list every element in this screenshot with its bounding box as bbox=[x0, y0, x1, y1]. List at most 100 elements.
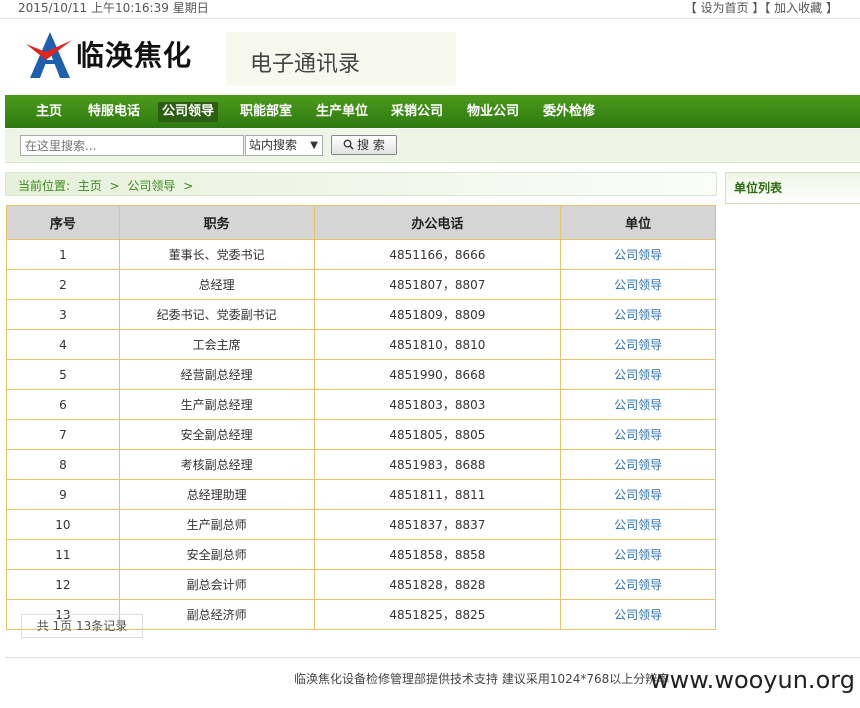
nav-item-production-units[interactable]: 生产单位 bbox=[312, 102, 372, 122]
breadcrumb-label: 当前位置: bbox=[18, 179, 71, 193]
table-row: 8 考核副总经理 4851983，8688 公司领导 bbox=[6, 449, 716, 480]
nav-item-special-phone[interactable]: 特服电话 bbox=[84, 102, 144, 122]
cell-phone: 4851803，8803 bbox=[313, 389, 562, 420]
cell-position: 纪委书记、党委副书记 bbox=[118, 299, 315, 330]
cell-unit[interactable]: 公司领导 bbox=[560, 419, 716, 450]
cell-unit[interactable]: 公司领导 bbox=[560, 359, 716, 390]
cell-unit[interactable]: 公司领导 bbox=[560, 599, 716, 630]
search-icon bbox=[343, 139, 354, 150]
cell-index: 3 bbox=[6, 299, 120, 330]
title-box: 电子通讯录 bbox=[226, 32, 456, 86]
footer-divider bbox=[5, 657, 860, 658]
cell-phone: 4851837，8837 bbox=[313, 509, 562, 540]
cell-position: 董事长、党委书记 bbox=[118, 239, 315, 270]
search-input[interactable] bbox=[20, 135, 244, 156]
cell-index: 11 bbox=[6, 539, 120, 570]
nav-item-sales-company[interactable]: 采销公司 bbox=[387, 102, 447, 122]
table-row: 12 副总会计师 4851828，8828 公司领导 bbox=[6, 569, 716, 600]
nav-item-functional-depts[interactable]: 职能部室 bbox=[236, 102, 296, 122]
watermark: www.wooyun.org bbox=[650, 666, 855, 694]
cell-index: 12 bbox=[6, 569, 120, 600]
table-row: 2 总经理 4851807，8807 公司领导 bbox=[6, 269, 716, 300]
header-unit: 单位 bbox=[560, 205, 716, 240]
cell-phone: 4851811，8811 bbox=[313, 479, 562, 510]
add-favorite-link[interactable]: 【 加入收藏 】 bbox=[764, 1, 838, 15]
cell-index: 9 bbox=[6, 479, 120, 510]
cell-index: 6 bbox=[6, 389, 120, 420]
cell-position: 生产副总经理 bbox=[118, 389, 315, 420]
cell-phone: 4851983，8688 bbox=[313, 449, 562, 480]
set-home-link[interactable]: 【 设为首页 】 bbox=[685, 1, 765, 15]
top-links: 【 设为首页 】【 加入收藏 】 bbox=[685, 0, 838, 16]
cell-position: 总经理助理 bbox=[118, 479, 315, 510]
search-button[interactable]: 搜 索 bbox=[331, 135, 397, 155]
cell-unit[interactable]: 公司领导 bbox=[560, 389, 716, 420]
cell-phone: 4851828，8828 bbox=[313, 569, 562, 600]
cell-unit[interactable]: 公司领导 bbox=[560, 299, 716, 330]
pagination-info: 共 1页 13条记录 bbox=[21, 614, 143, 638]
breadcrumb: 当前位置: 主页 > 公司领导 > bbox=[5, 172, 717, 196]
cell-phone: 4851990，8668 bbox=[313, 359, 562, 390]
cell-position: 生产副总师 bbox=[118, 509, 315, 540]
table-row: 11 安全副总师 4851858，8858 公司领导 bbox=[6, 539, 716, 570]
nav-item-property-company[interactable]: 物业公司 bbox=[463, 102, 523, 122]
cell-position: 安全副总师 bbox=[118, 539, 315, 570]
nav-item-outsourced-repair[interactable]: 委外检修 bbox=[539, 102, 599, 122]
cell-index: 5 bbox=[6, 359, 120, 390]
nav-item-home[interactable]: 主页 bbox=[32, 102, 66, 122]
company-logo: 临涣焦化 bbox=[26, 30, 206, 82]
cell-unit[interactable]: 公司领导 bbox=[560, 449, 716, 480]
table-header-row: 序号 职务 办公电话 单位 bbox=[6, 205, 716, 240]
cell-unit[interactable]: 公司领导 bbox=[560, 269, 716, 300]
page-title: 电子通讯录 bbox=[250, 52, 361, 77]
search-bar: 站内搜索 ▼ 搜 索 bbox=[5, 129, 860, 163]
cell-phone: 4851166，8666 bbox=[313, 239, 562, 270]
main-nav: 主页 特服电话 公司领导 职能部室 生产单位 采销公司 物业公司 委外检修 bbox=[5, 95, 860, 128]
search-scope-select[interactable]: 站内搜索 ▼ bbox=[245, 135, 323, 156]
breadcrumb-home-link[interactable]: 主页 bbox=[78, 179, 102, 193]
cell-phone: 4851805，8805 bbox=[313, 419, 562, 450]
breadcrumb-separator: > bbox=[183, 179, 194, 193]
footer-text: 临涣焦化设备检修管理部提供技术支持 建议采用1024*768以上分辨率 bbox=[294, 672, 670, 686]
cell-unit[interactable]: 公司领导 bbox=[560, 479, 716, 510]
cell-position: 经营副总经理 bbox=[118, 359, 315, 390]
dropdown-arrow-icon: ▼ bbox=[310, 140, 318, 151]
table-row: 10 生产副总师 4851837，8837 公司领导 bbox=[6, 509, 716, 540]
cell-index: 2 bbox=[6, 269, 120, 300]
cell-index: 10 bbox=[6, 509, 120, 540]
cell-index: 7 bbox=[6, 419, 120, 450]
cell-phone: 4851858，8858 bbox=[313, 539, 562, 570]
date-time: 2015/10/11 上午10:16:39 星期日 bbox=[18, 1, 209, 15]
breadcrumb-separator: > bbox=[109, 179, 120, 193]
cell-unit[interactable]: 公司领导 bbox=[560, 569, 716, 600]
cell-index: 1 bbox=[6, 239, 120, 270]
cell-unit[interactable]: 公司领导 bbox=[560, 539, 716, 570]
cell-unit[interactable]: 公司领导 bbox=[560, 509, 716, 540]
header-index: 序号 bbox=[6, 205, 120, 240]
cell-unit[interactable]: 公司领导 bbox=[560, 329, 716, 360]
cell-position: 工会主席 bbox=[118, 329, 315, 360]
cell-position: 考核副总经理 bbox=[118, 449, 315, 480]
breadcrumb-current-link[interactable]: 公司领导 bbox=[127, 179, 175, 193]
cell-unit[interactable]: 公司领导 bbox=[560, 239, 716, 270]
top-bar: 2015/10/11 上午10:16:39 星期日 【 设为首页 】【 加入收藏… bbox=[0, 0, 860, 19]
search-button-label: 搜 索 bbox=[357, 138, 385, 152]
table-row: 6 生产副总经理 4851803，8803 公司领导 bbox=[6, 389, 716, 420]
logo-text: 临涣焦化 bbox=[76, 39, 193, 72]
table-row: 7 安全副总经理 4851805，8805 公司领导 bbox=[6, 419, 716, 450]
cell-position: 安全副总经理 bbox=[118, 419, 315, 450]
logo-mark-icon bbox=[26, 32, 72, 78]
cell-phone: 4851825，8825 bbox=[313, 599, 562, 630]
cell-position: 总经理 bbox=[118, 269, 315, 300]
cell-phone: 4851807，8807 bbox=[313, 269, 562, 300]
cell-phone: 4851810，8810 bbox=[313, 329, 562, 360]
sidebar-unit-list: 单位列表 bbox=[725, 172, 860, 204]
table-row: 1 董事长、党委书记 4851166，8666 公司领导 bbox=[6, 239, 716, 270]
search-scope-value: 站内搜索 bbox=[249, 138, 298, 152]
nav-item-company-leaders[interactable]: 公司领导 bbox=[158, 102, 219, 122]
cell-index: 8 bbox=[6, 449, 120, 480]
table-row: 4 工会主席 4851810，8810 公司领导 bbox=[6, 329, 716, 360]
cell-position: 副总经济师 bbox=[118, 599, 315, 630]
table-row: 3 纪委书记、党委副书记 4851809，8809 公司领导 bbox=[6, 299, 716, 330]
table-row: 9 总经理助理 4851811，8811 公司领导 bbox=[6, 479, 716, 510]
